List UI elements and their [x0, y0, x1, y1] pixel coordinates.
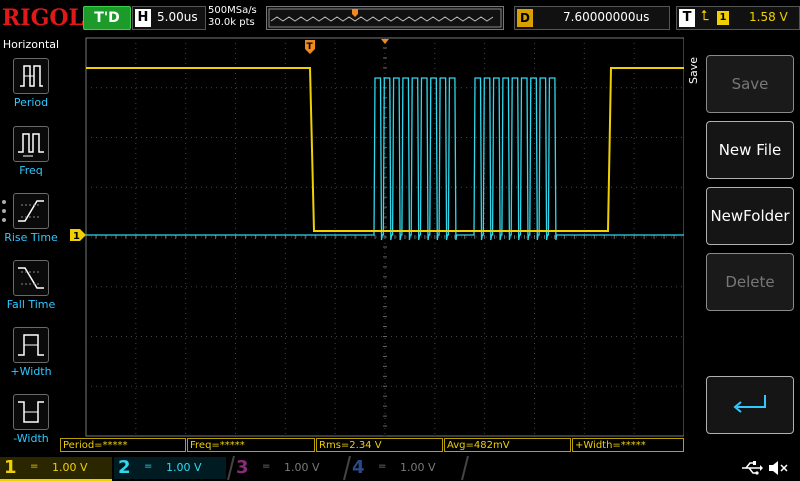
- meas-period[interactable]: Period=*****: [60, 438, 186, 452]
- measure-positive-width[interactable]: +Width: [0, 327, 62, 393]
- trigger-level: 1.58 V: [749, 10, 788, 24]
- meas-freq[interactable]: Freq=*****: [187, 438, 315, 452]
- sample-rate: 500MSa/s: [208, 5, 257, 16]
- channel-1-status[interactable]: 1 = 1.00 V: [0, 457, 112, 481]
- rising-edge-icon: ⮤: [701, 8, 710, 24]
- memory-position-strip[interactable]: [266, 6, 504, 30]
- measure-negative-width[interactable]: -Width: [0, 394, 62, 460]
- horizontal-label: H: [135, 9, 151, 27]
- return-icon: [733, 395, 766, 413]
- sample-info: 500MSa/s 30.0k pts: [208, 5, 264, 29]
- channel-4-status[interactable]: 4 = 1.00 V: [348, 457, 460, 479]
- measure-period[interactable]: Period: [0, 58, 62, 124]
- memory-waveform-icon: [268, 8, 502, 28]
- channel-2-coupling: =: [144, 461, 153, 472]
- channel-2-status[interactable]: 2 = 1.00 V: [114, 457, 226, 479]
- horizontal-timebase-box[interactable]: H 5.00us: [132, 6, 206, 30]
- measure-period-label: Period: [13, 96, 49, 109]
- brand-logo: RIGOL: [2, 5, 84, 31]
- measure-rise-time[interactable]: Rise Time: [0, 193, 62, 259]
- measure-negative-width-label: -Width: [13, 432, 49, 445]
- delay-value: 7.60000000us: [563, 10, 650, 24]
- delay-label: D: [517, 9, 533, 27]
- channel-4-number: 4: [352, 457, 365, 478]
- trigger-source: 1: [717, 11, 729, 25]
- rise-time-icon: [13, 193, 49, 229]
- channel-1-scale: 1.00 V: [52, 461, 88, 474]
- measure-positive-width-label: +Width: [10, 365, 52, 378]
- channel-4-coupling: =: [378, 461, 387, 472]
- fall-time-icon: [13, 260, 49, 296]
- delay-box[interactable]: D 7.60000000us: [514, 6, 670, 30]
- delete-button[interactable]: Delete: [706, 253, 794, 311]
- channel-divider: [461, 456, 469, 480]
- waveform-display[interactable]: 1T: [62, 36, 700, 438]
- measure-freq[interactable]: Freq: [0, 126, 62, 192]
- channel-1-number: 1: [4, 457, 17, 478]
- meas-rms[interactable]: Rms=2.34 V: [316, 438, 443, 452]
- channel-3-status[interactable]: 3 = 1.00 V: [232, 457, 344, 479]
- meas-positive-width[interactable]: +Width=*****: [572, 438, 684, 452]
- save-button[interactable]: Save: [706, 55, 794, 113]
- channel-2-number: 2: [118, 457, 131, 478]
- positive-width-icon: [13, 327, 49, 363]
- measure-fall-time[interactable]: Fall Time: [0, 260, 62, 326]
- measure-freq-label: Freq: [19, 164, 43, 177]
- measure-menu-title: Horizontal: [2, 38, 60, 51]
- period-icon: [13, 58, 49, 94]
- new-file-button[interactable]: New File: [706, 121, 794, 179]
- save-menu-title: Save: [687, 56, 700, 84]
- measure-rise-time-label: Rise Time: [4, 231, 58, 244]
- speaker-muted-icon[interactable]: [766, 459, 790, 477]
- channel-3-scale: 1.00 V: [284, 461, 320, 474]
- trigger-position-label: T: [307, 42, 314, 52]
- channel-1-marker: 1: [70, 229, 86, 242]
- waveform-grid: 1T: [70, 37, 700, 437]
- channel-divider: [343, 456, 351, 480]
- channel-3-coupling: =: [262, 461, 271, 472]
- measure-fall-time-label: Fall Time: [6, 298, 56, 311]
- channel-2-scale: 1.00 V: [166, 461, 202, 474]
- return-button[interactable]: [706, 376, 794, 434]
- freq-icon: [13, 126, 49, 162]
- channel-1-marker-label: 1: [73, 231, 80, 242]
- negative-width-icon: [13, 394, 49, 430]
- memory-depth: 30.0k pts: [208, 17, 255, 28]
- meas-avg[interactable]: Avg=482mV: [444, 438, 571, 452]
- usb-icon: [742, 461, 763, 475]
- channel-1-coupling: =: [30, 461, 39, 472]
- channel-4-scale: 1.00 V: [400, 461, 436, 474]
- channel-3-number: 3: [236, 457, 249, 478]
- trigger-box[interactable]: T ⮤ 1 1.58 V: [676, 6, 800, 30]
- trigger-label: T: [679, 9, 695, 27]
- timebase-value: 5.00us: [157, 10, 198, 24]
- new-folder-button[interactable]: NewFolder: [706, 187, 794, 245]
- channel-divider: [227, 456, 235, 480]
- run-state-badge[interactable]: T'D: [83, 6, 131, 30]
